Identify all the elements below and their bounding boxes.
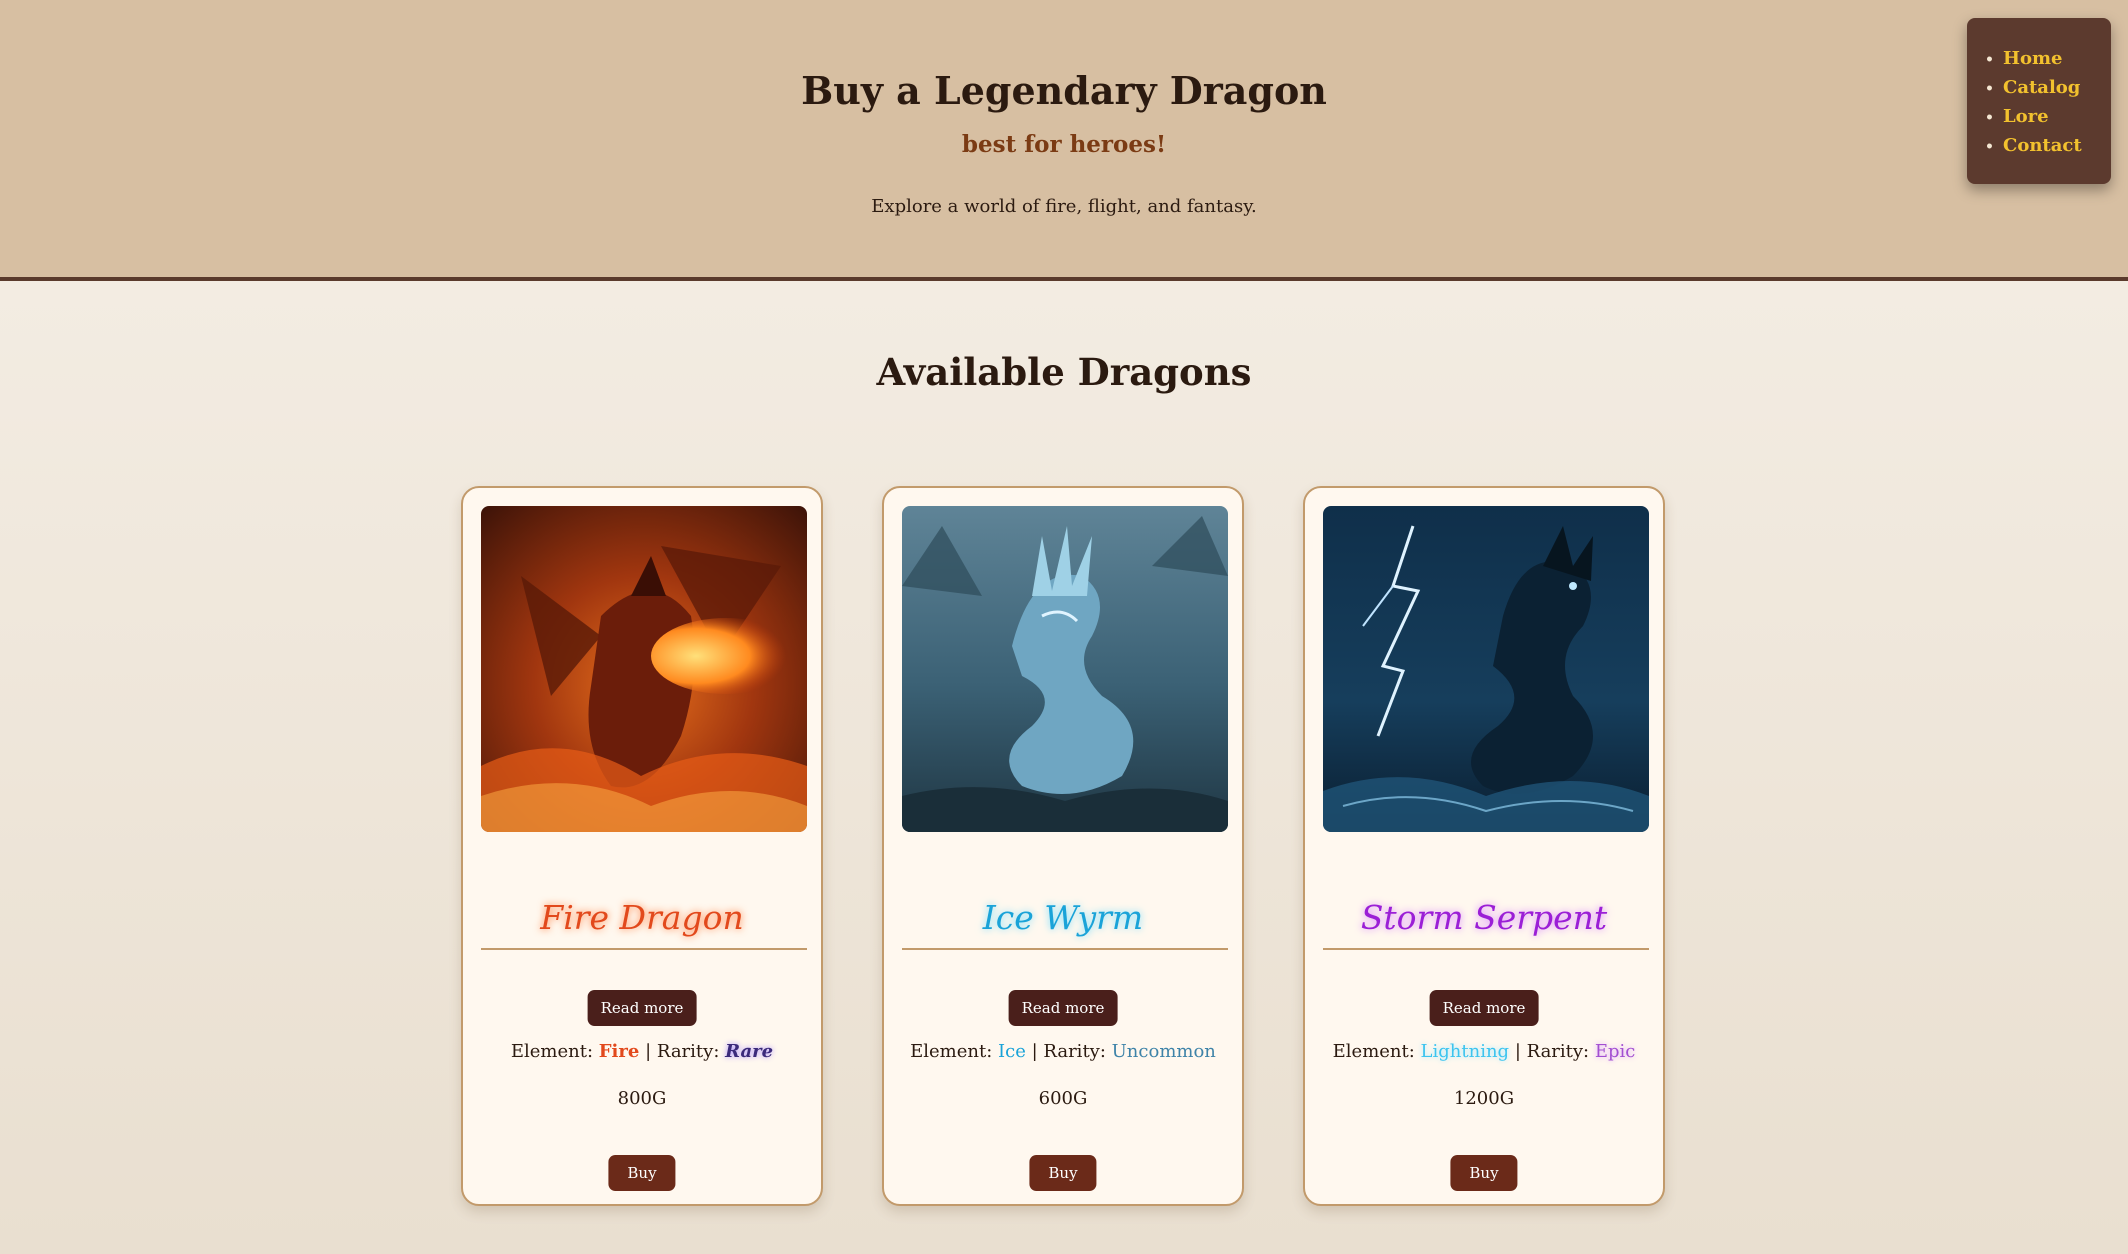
divider: [902, 948, 1228, 950]
divider: [1323, 948, 1649, 950]
site-tagline: best for heroes!: [961, 131, 1167, 158]
bullet-icon: •: [1985, 52, 1994, 68]
site-header: Buy a Legendary Dragon best for heroes! …: [0, 0, 2128, 281]
nav-item-contact[interactable]: • Contact: [1985, 131, 2082, 160]
nav-link-contact[interactable]: Contact: [2003, 135, 2082, 156]
fire-dragon-image: [481, 506, 807, 832]
dragon-card-storm: Storm Serpent Read more Element: Lightni…: [1303, 486, 1665, 1206]
site-intro: Explore a world of fire, flight, and fan…: [871, 196, 1257, 217]
dragon-price: 600G: [1038, 1088, 1088, 1109]
nav-item-lore[interactable]: • Lore: [1985, 102, 2082, 131]
nav-link-catalog[interactable]: Catalog: [2003, 77, 2080, 98]
dragon-name: Ice Wyrm: [982, 898, 1144, 937]
element-label: Element:: [510, 1041, 594, 1062]
element-value: Fire: [598, 1041, 640, 1062]
nav-menu: • Home • Catalog • Lore • Contact: [1967, 18, 2111, 184]
nav-item-catalog[interactable]: • Catalog: [1985, 73, 2082, 102]
bullet-icon: •: [1985, 81, 1994, 97]
dragon-price: 1200G: [1453, 1088, 1515, 1109]
rarity-value: Rare: [725, 1041, 774, 1062]
nav-link-lore[interactable]: Lore: [2003, 106, 2049, 127]
nav-item-home[interactable]: • Home: [1985, 44, 2082, 73]
dragon-name: Storm Serpent: [1360, 898, 1608, 937]
dragon-meta: Element: Fire | Rarity: Rare: [463, 1041, 821, 1062]
dragon-card-ice: Ice Wyrm Read more Element: Ice | Rarity…: [882, 486, 1244, 1206]
read-more-button[interactable]: Read more: [1429, 990, 1539, 1026]
storm-serpent-image: [1323, 506, 1649, 832]
dragon-price: 800G: [617, 1088, 667, 1109]
section-title: Available Dragons: [876, 350, 1252, 394]
rarity-value: Uncommon: [1111, 1041, 1216, 1062]
element-value: Ice: [998, 1041, 1026, 1062]
rarity-label: | Rarity:: [645, 1041, 720, 1062]
ice-wyrm-image: [902, 506, 1228, 832]
rarity-label: | Rarity:: [1031, 1041, 1106, 1062]
site-title: Buy a Legendary Dragon: [801, 68, 1327, 113]
read-more-button[interactable]: Read more: [587, 990, 697, 1026]
buy-button[interactable]: Buy: [608, 1155, 676, 1191]
bullet-icon: •: [1985, 110, 1994, 126]
dragon-card-fire: Fire Dragon Read more Element: Fire | Ra…: [461, 486, 823, 1206]
element-value: Lightning: [1420, 1041, 1510, 1062]
nav-link-home[interactable]: Home: [2003, 48, 2063, 69]
element-label: Element:: [910, 1041, 993, 1062]
rarity-label: | Rarity:: [1514, 1041, 1590, 1062]
buy-button[interactable]: Buy: [1450, 1155, 1518, 1191]
element-label: Element:: [1332, 1041, 1415, 1062]
buy-button[interactable]: Buy: [1029, 1155, 1097, 1191]
divider: [481, 948, 807, 950]
read-more-button[interactable]: Read more: [1008, 990, 1118, 1026]
rarity-value: Epic: [1594, 1041, 1636, 1062]
dragon-meta: Element: Lightning | Rarity: Epic: [1305, 1041, 1663, 1062]
dragon-meta: Element: Ice | Rarity: Uncommon: [884, 1041, 1242, 1062]
bullet-icon: •: [1985, 139, 1994, 155]
dragon-name: Fire Dragon: [540, 898, 744, 937]
